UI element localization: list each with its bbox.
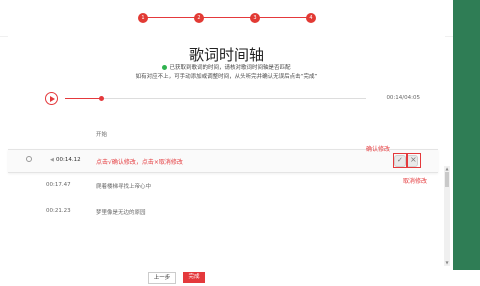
cancel-highlight-box	[406, 153, 421, 168]
progress-track[interactable]	[65, 96, 366, 101]
play-arrow-icon[interactable]: ◀	[50, 157, 54, 163]
info-line-1: 已获取到歌词的时间，请核对歌词时间轴是否匹配	[8, 63, 445, 71]
lyric-time: 00:17.47	[46, 182, 71, 188]
step-1: 1	[138, 13, 148, 23]
lyric-text: 爬着楼梯寻找上帝心中	[96, 184, 152, 190]
info-line-2: 如有对应不上，可手动添加或调整时间，从头听完并确认无误后点击“完成”	[135, 74, 318, 80]
step-connector	[146, 17, 310, 18]
lyric-text: 梦里像是无边的原园	[96, 210, 146, 216]
lyric-row[interactable]: 00:21.23 梦里像是无边的原园	[8, 201, 438, 223]
check-circle-icon	[162, 65, 168, 70]
step-3: 3	[250, 13, 260, 23]
scroll-thumb[interactable]	[445, 172, 449, 187]
lyric-text: 开始	[96, 132, 108, 138]
progress-knob[interactable]	[99, 96, 105, 101]
play-button[interactable]	[45, 92, 58, 105]
lyric-text: 点击√确认修改，点击×取消修改	[96, 159, 183, 166]
callout-cancel: 取消修改	[403, 178, 428, 185]
scrollbar[interactable]: ▲ ▼	[444, 166, 450, 266]
main-panel: 1 2 3 4 歌词时间轴 已获取到歌词的时间，请核对歌词时间轴是否匹配 如有对…	[0, 0, 453, 284]
footer-actions: 上一步 完成	[8, 272, 445, 286]
previous-step-button[interactable]: 上一步	[148, 272, 176, 284]
progress-fill	[65, 98, 102, 99]
loop-icon[interactable]	[26, 156, 32, 162]
step-4: 4	[306, 13, 316, 23]
side-panel	[453, 0, 480, 270]
step-header: 1 2 3 4	[0, 0, 453, 37]
step-indicator: 1 2 3 4	[138, 13, 318, 23]
step-2: 2	[194, 13, 204, 23]
lyric-time: 00:21.23	[46, 208, 71, 214]
lyric-time[interactable]: 00:14.12	[56, 157, 81, 163]
finish-button[interactable]: 完成	[183, 272, 205, 283]
lyrics-timeline-panel: 歌词时间轴 已获取到歌词的时间，请核对歌词时间轴是否匹配 如有对应不上，可手动添…	[8, 36, 450, 284]
scroll-down-icon[interactable]: ▼	[444, 260, 450, 266]
lyrics-list: 开始 ◀ 00:14.12 点击√确认修改，点击×取消修改 00:17.47 爬…	[8, 123, 445, 243]
lyric-row[interactable]: 开始	[8, 123, 438, 145]
time-readout: 00:14/04:05	[386, 95, 420, 101]
callout-confirm: 确认修改	[366, 146, 391, 153]
audio-player: 00:14/04:05	[45, 91, 420, 107]
page-title: 歌词时间轴	[188, 46, 264, 64]
lyric-row[interactable]: 00:17.47 爬着楼梯寻找上帝心中	[8, 175, 438, 197]
